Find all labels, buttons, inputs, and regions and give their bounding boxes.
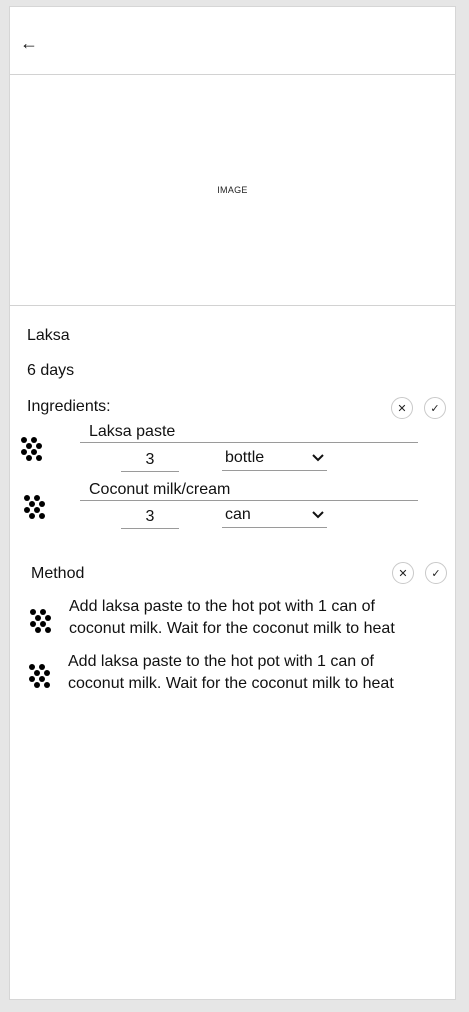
method-confirm-button[interactable]: ✓: [425, 562, 447, 584]
check-icon: ✓: [431, 567, 441, 580]
ingredients-cancel-button[interactable]: ✕: [391, 397, 413, 419]
ingredient-quantity-input[interactable]: [121, 506, 179, 529]
ingredient-name-input[interactable]: [80, 421, 418, 443]
chevron-down-icon: [312, 454, 324, 462]
drag-handle-icon[interactable]: [19, 435, 49, 465]
ingredient-unit-value: can: [225, 506, 251, 523]
chevron-down-icon: [312, 511, 324, 519]
recipe-editor-window: ← IMAGE Laksa 6 days Ingredients: ✕ ✓ bo…: [9, 6, 456, 1000]
recipe-name: Laksa: [27, 327, 70, 344]
check-icon: ✓: [430, 402, 440, 415]
close-icon: ✕: [398, 567, 408, 580]
ingredient-name-input[interactable]: [80, 479, 418, 501]
ingredients-confirm-button[interactable]: ✓: [424, 397, 446, 419]
drag-handle-icon[interactable]: [22, 493, 52, 523]
method-step-text[interactable]: Add laksa paste to the hot pot with 1 ca…: [69, 596, 429, 640]
method-cancel-button[interactable]: ✕: [392, 562, 414, 584]
ingredient-unit-select[interactable]: bottle: [222, 449, 327, 471]
arrow-left-icon: ←: [20, 33, 38, 53]
ingredients-heading: Ingredients:: [27, 398, 111, 415]
back-button[interactable]: ←: [20, 33, 40, 53]
ingredient-unit-select[interactable]: can: [222, 506, 327, 528]
ingredient-quantity-input[interactable]: [121, 449, 179, 472]
method-step-text[interactable]: Add laksa paste to the hot pot with 1 ca…: [68, 651, 428, 695]
drag-handle-icon[interactable]: [28, 607, 58, 637]
method-heading: Method: [31, 565, 85, 582]
ingredient-unit-value: bottle: [225, 449, 265, 466]
image-placeholder-label: IMAGE: [217, 185, 248, 195]
close-icon: ✕: [397, 402, 407, 415]
drag-handle-icon[interactable]: [27, 662, 57, 692]
recipe-image[interactable]: IMAGE: [10, 74, 455, 306]
recipe-duration: 6 days: [27, 362, 75, 379]
